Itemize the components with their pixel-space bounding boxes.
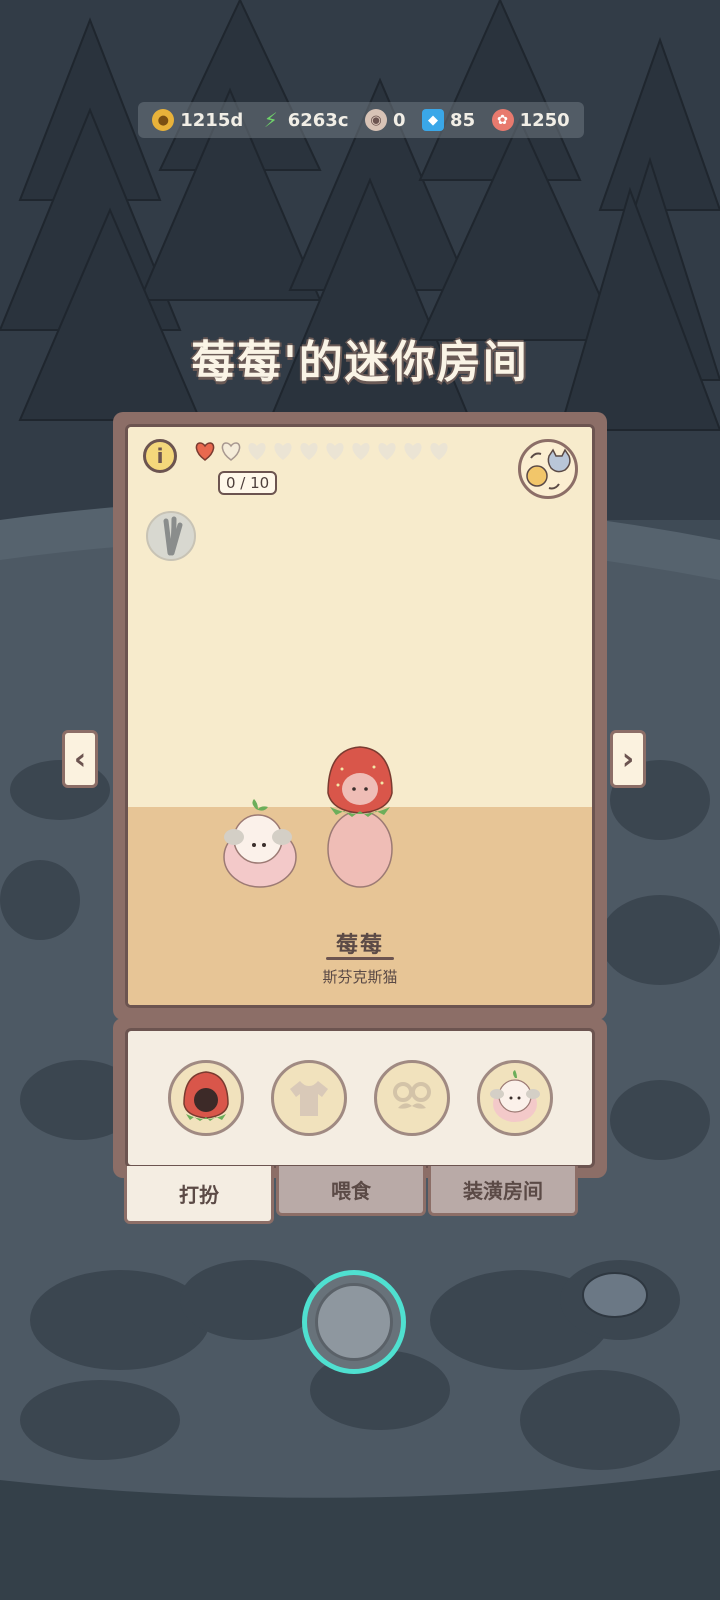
center-action-button[interactable] bbox=[302, 1270, 406, 1374]
sheep-costume-slot[interactable] bbox=[476, 1060, 553, 1136]
item-panel bbox=[113, 1018, 607, 1178]
heart-empty-icon bbox=[326, 443, 344, 460]
glasses-mustache-icon bbox=[392, 1082, 431, 1109]
strawberry-hat-icon bbox=[182, 1071, 229, 1121]
pet-name: 莓莓 bbox=[335, 933, 384, 958]
heart-outline-icon bbox=[221, 442, 241, 461]
tab-decorate-room[interactable]: 装潢房间 bbox=[428, 1166, 578, 1216]
next-pet-button[interactable]: › bbox=[610, 730, 646, 788]
tab-bar: 打扮 喂食 装潢房间 bbox=[124, 1166, 584, 1226]
affection-progress: 0 / 10 bbox=[218, 471, 278, 495]
tab-feed[interactable]: 喂食 bbox=[276, 1166, 426, 1216]
pet-breed: 斯芬克斯猫 bbox=[322, 968, 398, 986]
pet-name-underline bbox=[326, 957, 394, 960]
prev-pet-button[interactable]: ‹ bbox=[62, 730, 98, 788]
heart-empty-icon bbox=[378, 443, 396, 460]
yarn-value: 0 bbox=[393, 109, 406, 131]
heart-empty-icon bbox=[404, 443, 422, 460]
resource-bar: ● 1215d ⚡ 6263c ◉ 0 ◆ 85 ✿ 1250 bbox=[138, 102, 584, 138]
energy-bolt-icon: ⚡ bbox=[263, 108, 278, 132]
heart-filled-icon bbox=[195, 442, 215, 461]
heart-empty-icon bbox=[248, 443, 266, 460]
strawberry-cat-pet[interactable] bbox=[322, 745, 398, 891]
heart-empty-icon bbox=[274, 443, 292, 460]
shirt-icon bbox=[289, 1081, 328, 1116]
shirt-slot[interactable] bbox=[270, 1060, 347, 1136]
coin-icon: ● bbox=[152, 109, 175, 131]
yarn-ball-icon: ◉ bbox=[365, 109, 388, 131]
center-action-icon bbox=[315, 1283, 393, 1361]
heart-empty-icon bbox=[352, 443, 370, 460]
affection-hearts bbox=[194, 441, 450, 461]
resource-coins[interactable]: ● 1215d bbox=[152, 109, 243, 131]
sheep-pet[interactable] bbox=[220, 795, 300, 891]
heart-empty-icon bbox=[300, 443, 318, 460]
item-slots bbox=[125, 1028, 595, 1168]
room-view: i 0 / 10 莓莓 斯芬克斯猫 bbox=[125, 424, 595, 1008]
room-card: i 0 / 10 莓莓 斯芬克斯猫 bbox=[113, 412, 607, 1020]
gems-value: 85 bbox=[450, 109, 476, 131]
candy-value: 1250 bbox=[519, 109, 570, 131]
coins-value: 1215d bbox=[180, 109, 244, 131]
tab-dress-up[interactable]: 打扮 bbox=[124, 1166, 274, 1224]
cats-swap-icon bbox=[526, 448, 571, 490]
info-button[interactable]: i bbox=[143, 439, 177, 473]
resource-candy[interactable]: ✿ 1250 bbox=[491, 109, 570, 131]
candy-icon: ✿ bbox=[491, 109, 514, 131]
resource-yarn[interactable]: ◉ 0 bbox=[365, 109, 406, 131]
page-title: 莓莓'的迷你房间 bbox=[191, 337, 529, 388]
glasses-slot[interactable] bbox=[373, 1060, 450, 1136]
sheep-costume-icon bbox=[489, 1070, 540, 1122]
lavender-plant-icon[interactable] bbox=[146, 511, 196, 561]
strawberry-hat-slot[interactable] bbox=[167, 1060, 244, 1136]
gem-icon: ◆ bbox=[422, 109, 445, 131]
switch-pet-button[interactable] bbox=[518, 439, 578, 499]
resource-gems[interactable]: ◆ 85 bbox=[422, 109, 475, 131]
heart-empty-icon bbox=[430, 443, 448, 460]
energy-value: 6263c bbox=[287, 109, 349, 131]
resource-energy[interactable]: ⚡ 6263c bbox=[260, 108, 349, 132]
